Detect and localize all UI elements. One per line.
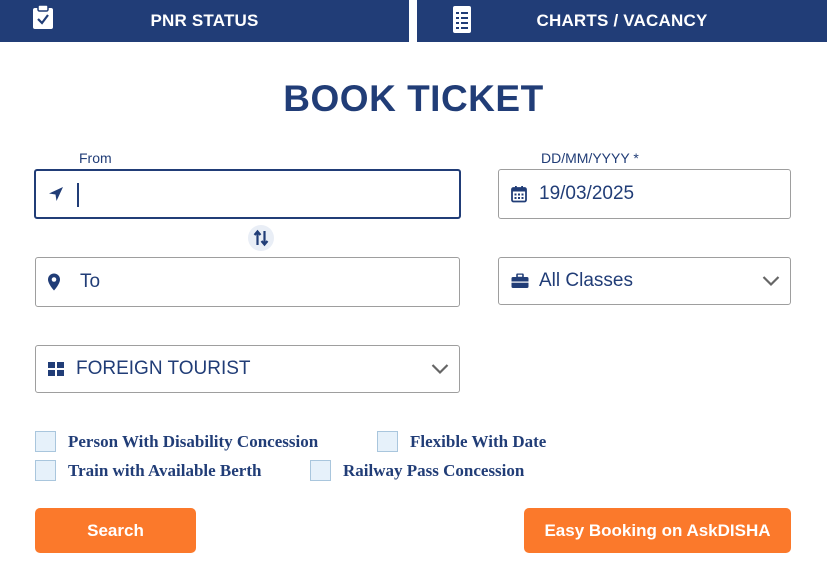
map-marker-icon (48, 273, 60, 291)
railway-pass-checkbox[interactable] (310, 460, 331, 481)
clipboard-list-icon (452, 4, 472, 39)
clipboard-check-icon (32, 4, 54, 35)
option-railway-pass[interactable]: Railway Pass Concession (310, 460, 524, 481)
text-cursor (77, 183, 79, 207)
swap-arrows-icon (253, 229, 269, 247)
option-disability[interactable]: Person With Disability Concession (35, 431, 318, 452)
from-label: From (79, 150, 112, 166)
tab-pnr-status[interactable]: PNR STATUS (0, 0, 409, 42)
briefcase-icon (511, 273, 529, 289)
location-arrow-icon (48, 186, 64, 202)
class-value: All Classes (539, 270, 633, 291)
quota-value: FOREIGN TOURIST (76, 358, 251, 379)
flexible-date-label: Flexible With Date (410, 431, 547, 451)
tab-label: PNR STATUS (150, 11, 259, 30)
disability-label: Person With Disability Concession (68, 431, 319, 451)
calendar-icon (511, 186, 527, 203)
date-label: DD/MM/YYYY * (541, 150, 639, 166)
grid-icon (48, 362, 64, 376)
available-berth-label: Train with Available Berth (68, 460, 262, 480)
tab-charts-vacancy[interactable]: CHARTS / VACANCY (417, 0, 827, 42)
option-flexible-date[interactable]: Flexible With Date (377, 431, 546, 452)
to-placeholder: To (80, 271, 101, 292)
tab-label: CHARTS / VACANCY (536, 11, 708, 30)
quota-select[interactable]: FOREIGN TOURIST (35, 345, 460, 393)
class-select[interactable]: All Classes (498, 257, 791, 305)
page-title: BOOK TICKET (283, 78, 544, 119)
flexible-date-checkbox[interactable] (377, 431, 398, 452)
option-available-berth[interactable]: Train with Available Berth (35, 460, 261, 481)
from-station-input[interactable] (34, 169, 461, 219)
date-value: 19/03/2025 (539, 183, 635, 204)
disability-checkbox[interactable] (35, 431, 56, 452)
askdisha-button[interactable]: Easy Booking on AskDISHA (524, 508, 791, 553)
to-station-input[interactable]: To (35, 257, 460, 307)
journey-date-input[interactable]: 19/03/2025 (498, 169, 791, 219)
chevron-down-icon (431, 364, 449, 375)
railway-pass-label: Railway Pass Concession (343, 460, 525, 480)
available-berth-checkbox[interactable] (35, 460, 56, 481)
search-button[interactable]: Search (35, 508, 196, 553)
swap-stations-button[interactable] (248, 225, 274, 251)
chevron-down-icon (762, 276, 780, 287)
